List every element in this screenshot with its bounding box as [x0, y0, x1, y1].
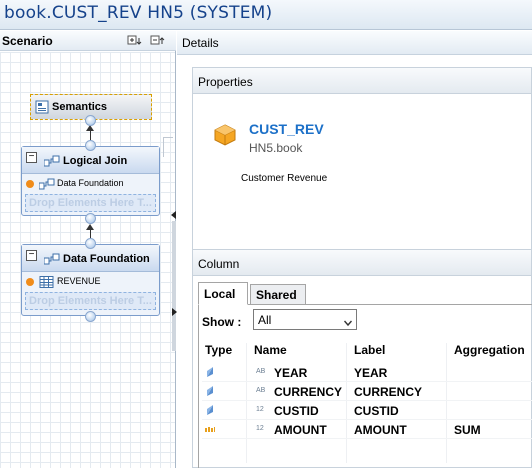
connection-port[interactable]	[85, 213, 96, 224]
input-status-dot	[26, 180, 34, 188]
drop-zone[interactable]: Drop Elements Here T...	[25, 194, 156, 212]
table-row[interactable]: AB CURRENCY CURRENCY	[202, 382, 532, 401]
column-aggregation: SUM	[454, 423, 481, 437]
datatype-label: AB	[256, 387, 266, 394]
connection-port[interactable]	[85, 238, 96, 249]
data-foundation-title: Data Foundation	[63, 253, 150, 265]
column-header-type[interactable]: Type	[205, 343, 232, 357]
table-row[interactable]: AB YEAR YEAR	[202, 363, 532, 382]
object-description: Customer Revenue	[241, 173, 328, 184]
datatype-label: AB	[256, 368, 266, 375]
datatype-label: 12	[256, 406, 264, 413]
properties-panel: Properties CUST_REV HN5.book Customer Re…	[192, 67, 532, 258]
attribute-icon	[205, 404, 215, 416]
column-label: CUSTID	[354, 404, 399, 418]
collapse-all-icon[interactable]	[150, 34, 167, 47]
column-label: YEAR	[354, 366, 388, 380]
table-row[interactable]: 12 AMOUNT AMOUNT SUM	[202, 420, 532, 439]
column-title: Column	[198, 257, 240, 271]
collapse-node-icon[interactable]: −	[26, 250, 37, 261]
tab-local[interactable]: Local	[198, 282, 248, 305]
details-pane: Details Properties CUST_REV HN5.book Cus…	[177, 31, 532, 468]
connector-line	[163, 137, 164, 157]
cube-icon	[214, 124, 236, 146]
connection-port[interactable]	[85, 115, 96, 126]
data-foundation-header: − Data Foundation	[22, 245, 159, 272]
semantics-icon	[35, 100, 49, 114]
details-header: Details	[177, 31, 532, 55]
pane-sash[interactable]	[172, 221, 176, 351]
semantics-label: Semantics	[52, 101, 108, 113]
column-name: CURRENCY	[274, 385, 343, 399]
datatype-label: 12	[256, 425, 264, 432]
connector-line	[163, 137, 173, 138]
column-panel: Column Local Shared Show : All Type Name…	[192, 249, 532, 468]
drop-zone-label: Drop Elements Here T...	[29, 295, 152, 307]
scenario-canvas[interactable]: Semantics − Logical Join Data Foundation…	[0, 52, 175, 468]
expand-all-icon[interactable]	[127, 34, 144, 47]
collapse-node-icon[interactable]: −	[26, 152, 37, 163]
logical-join-header: − Logical Join	[22, 147, 159, 174]
measure-icon	[205, 423, 215, 435]
object-name: CUST_REV	[249, 121, 324, 137]
collapse-left-icon[interactable]	[171, 211, 176, 219]
connection-port[interactable]	[85, 140, 96, 151]
column-header-label[interactable]: Label	[354, 343, 385, 357]
chevron-down-icon	[343, 316, 353, 327]
scenario-pane: Scenario Semantics − Logical Join Data F…	[0, 31, 177, 468]
projection-icon	[38, 178, 55, 190]
properties-header: Properties	[193, 68, 531, 94]
logical-join-title: Logical Join	[63, 155, 128, 167]
show-label: Show :	[202, 315, 242, 329]
drop-zone-label: Drop Elements Here T...	[29, 197, 152, 209]
attribute-icon	[205, 366, 215, 378]
table-row[interactable]: 12 CUSTID CUSTID	[202, 401, 532, 420]
column-name: AMOUNT	[274, 423, 327, 437]
column-name: YEAR	[274, 366, 308, 380]
details-title: Details	[182, 36, 219, 50]
logical-join-node[interactable]: − Logical Join Data Foundation Drop Elem…	[21, 146, 160, 216]
scenario-title: Scenario	[2, 34, 53, 48]
column-header: Column	[193, 250, 531, 276]
column-header-name[interactable]: Name	[254, 343, 287, 357]
show-select[interactable]: All	[253, 309, 357, 330]
data-foundation-input[interactable]: REVENUE	[22, 272, 159, 292]
data-foundation-input-label: REVENUE	[57, 276, 101, 286]
object-package: HN5.book	[249, 141, 303, 155]
window-title: book.CUST_REV HN5 (SYSTEM)	[4, 3, 273, 23]
projection-icon	[43, 253, 60, 265]
column-header-aggregation[interactable]: Aggregation	[454, 343, 525, 357]
arrow-up-icon	[86, 224, 94, 230]
attribute-icon	[205, 385, 215, 397]
table-icon	[39, 276, 55, 288]
column-label: AMOUNT	[354, 423, 407, 437]
connection-port[interactable]	[85, 311, 96, 322]
show-select-value: All	[258, 313, 272, 327]
tab-shared[interactable]: Shared	[250, 284, 306, 305]
drop-zone[interactable]: Drop Elements Here T...	[25, 292, 156, 310]
properties-title: Properties	[198, 75, 253, 89]
input-status-dot	[26, 278, 34, 286]
scenario-header: Scenario	[0, 31, 176, 51]
column-label: CURRENCY	[354, 385, 423, 399]
window-title-bar: book.CUST_REV HN5 (SYSTEM)	[0, 0, 532, 30]
logical-join-input-label: Data Foundation	[57, 178, 124, 188]
data-foundation-node[interactable]: − Data Foundation REVENUE Drop Elements …	[21, 244, 160, 316]
logical-join-input[interactable]: Data Foundation	[22, 174, 159, 194]
join-icon	[43, 155, 60, 167]
column-name: CUSTID	[274, 404, 319, 418]
